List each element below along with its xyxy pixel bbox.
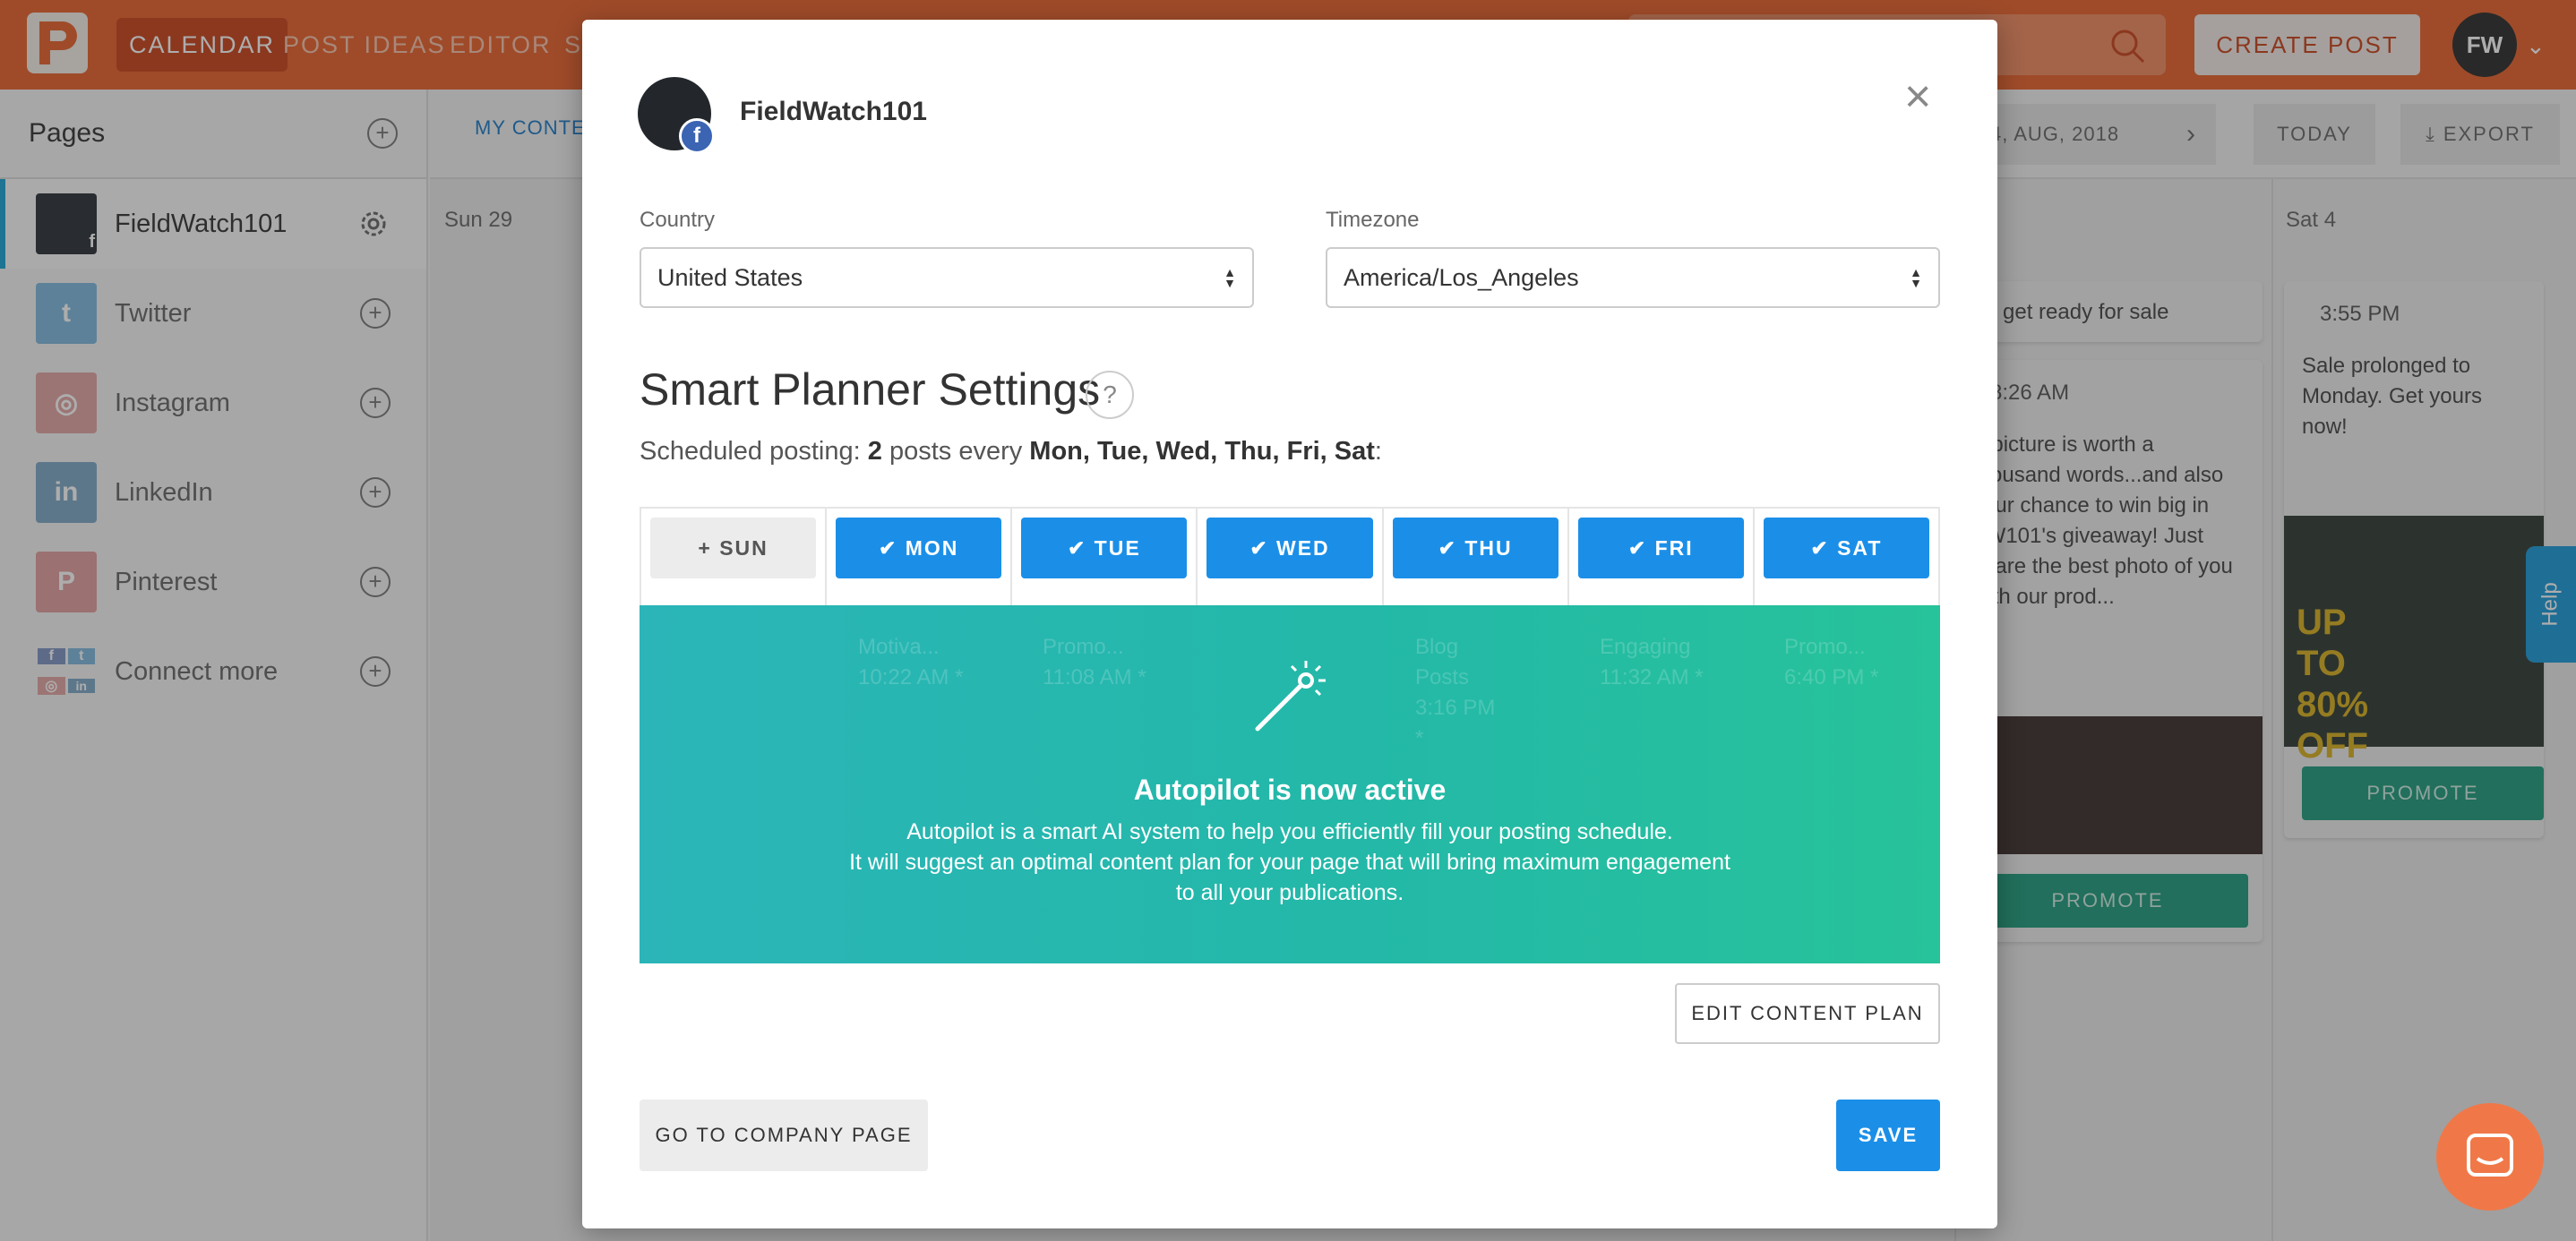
select-arrows-icon: ▲ ▼ xyxy=(1910,265,1922,290)
schedule-count: 2 xyxy=(867,437,882,466)
ghost-slot: Promo... 11:08 AM * xyxy=(1043,632,1146,693)
ghost-slot-time: 11:32 AM * xyxy=(1600,665,1704,689)
schedule-prefix: Scheduled posting: xyxy=(640,437,868,466)
chat-icon xyxy=(2467,1134,2513,1177)
save-button[interactable]: SAVE xyxy=(1836,1100,1940,1171)
ghost-slot: Promo... 6:40 PM * xyxy=(1784,632,1878,693)
autopilot-panel: Motiva... 10:22 AM * Promo... 11:08 AM * B… xyxy=(640,605,1940,963)
day-toggle-tue[interactable]: ✔ TUE xyxy=(1021,518,1188,578)
ghost-slot: Engaging 11:32 AM * xyxy=(1600,632,1704,693)
schedule-mid: posts every xyxy=(881,437,1030,466)
page-avatar: f xyxy=(638,77,715,154)
autopilot-title: Autopilot is now active xyxy=(1133,774,1447,806)
autopilot-line: Autopilot is a smart AI system to help y… xyxy=(906,819,1673,844)
magic-wand-icon xyxy=(1255,661,1326,732)
day-toggle-thu[interactable]: ✔ THU xyxy=(1392,518,1558,578)
weekday-selector: + SUN ✔ MON ✔ TUE ✔ WED ✔ THU ✔ FRI ✔ SA… xyxy=(640,507,1940,605)
day-toggle-sun[interactable]: + SUN xyxy=(650,518,817,578)
go-to-company-page-button[interactable]: GO TO COMPANY PAGE xyxy=(640,1100,928,1171)
close-icon[interactable]: × xyxy=(1904,73,1931,120)
autopilot-line: It will suggest an optimal content plan … xyxy=(849,850,1730,875)
ghost-slot-title: Promo... xyxy=(1784,635,1866,659)
country-value: United States xyxy=(657,263,803,291)
day-toggle-sat[interactable]: ✔ SAT xyxy=(1763,518,1929,578)
ghost-slot: Blog Posts 3:16 PM * xyxy=(1415,632,1505,754)
ghost-slot-title: Promo... xyxy=(1043,635,1124,659)
schedule-summary: Scheduled posting: 2 posts every Mon, Tu… xyxy=(640,437,1382,466)
schedule-suffix: : xyxy=(1374,437,1382,466)
ghost-slot-title: Engaging xyxy=(1600,635,1691,659)
day-toggle-mon[interactable]: ✔ MON xyxy=(836,518,1002,578)
day-toggle-wed[interactable]: ✔ WED xyxy=(1206,518,1373,578)
page-name: FieldWatch101 xyxy=(740,97,927,126)
chat-launcher-button[interactable] xyxy=(2436,1103,2544,1211)
timezone-value: America/Los_Angeles xyxy=(1344,263,1579,291)
select-arrows-icon: ▲ ▼ xyxy=(1224,265,1236,290)
ghost-slot-time: 3:16 PM * xyxy=(1415,696,1496,750)
edit-content-plan-button[interactable]: EDIT CONTENT PLAN xyxy=(1675,983,1940,1044)
day-toggle-fri[interactable]: ✔ FRI xyxy=(1577,518,1744,578)
country-select[interactable]: United States ▲ ▼ xyxy=(640,247,1254,308)
timezone-label: Timezone xyxy=(1326,208,1420,232)
ghost-slot-time: 10:22 AM * xyxy=(858,665,964,689)
facebook-icon: f xyxy=(679,118,715,154)
ghost-slot-time: 11:08 AM * xyxy=(1043,665,1146,689)
country-label: Country xyxy=(640,208,716,232)
ghost-slot: Motiva... 10:22 AM * xyxy=(858,632,963,693)
help-icon[interactable]: ? xyxy=(1086,371,1134,419)
schedule-days: Mon, Tue, Wed, Thu, Fri, Sat xyxy=(1029,437,1375,466)
smart-planner-modal: f FieldWatch101 × Country United States … xyxy=(582,20,1997,1228)
ghost-slot-title: Motiva... xyxy=(858,635,940,659)
smart-planner-title: Smart Planner Settings xyxy=(640,364,1101,415)
timezone-select[interactable]: America/Los_Angeles ▲ ▼ xyxy=(1326,247,1940,308)
autopilot-description: Autopilot is a smart AI system to help y… xyxy=(640,817,1940,908)
ghost-slot-title: Blog Posts xyxy=(1415,635,1470,689)
autopilot-line: to all your publications. xyxy=(1175,880,1404,905)
ghost-slot-time: 6:40 PM * xyxy=(1784,665,1879,689)
